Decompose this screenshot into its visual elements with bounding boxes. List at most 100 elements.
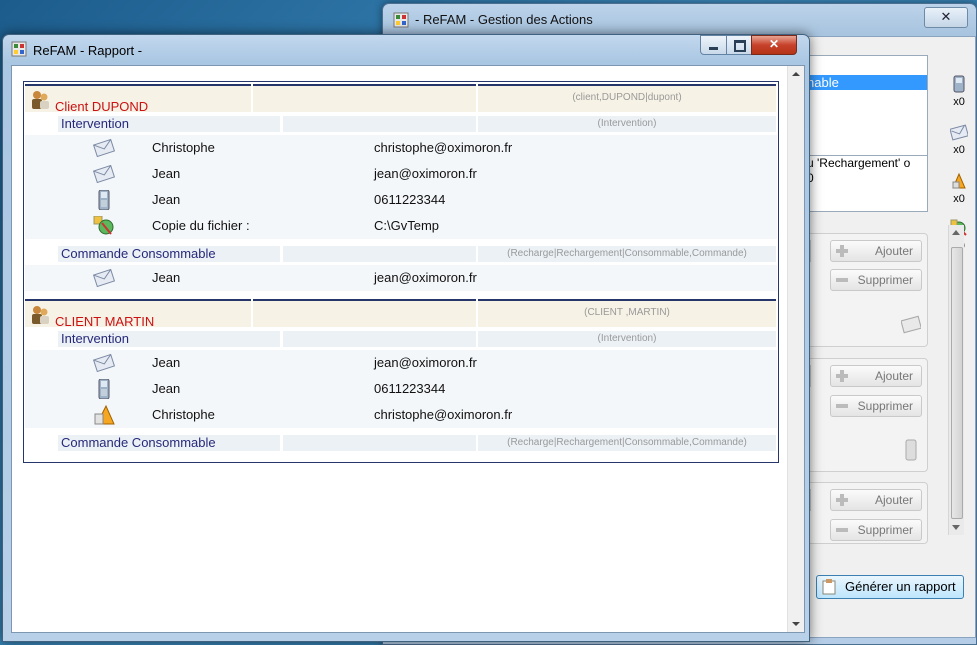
report-window-title: ReFAM - Rapport - [33, 43, 143, 58]
action-value: jean@oximoron.fr [374, 166, 477, 181]
counter-mobile[interactable]: x0 [944, 75, 974, 108]
section-header-row: Intervention (Intervention) [24, 116, 778, 134]
scroll-up-arrow[interactable] [952, 230, 960, 235]
action-description-box[interactable]: u 'Rechargement' o 0 [802, 155, 928, 212]
minus-icon [836, 528, 848, 532]
minus-icon [836, 278, 848, 282]
mobile-phone-icon [98, 379, 110, 399]
mail-icon [93, 268, 115, 288]
section-label: Commande Consommable [61, 246, 216, 261]
section-key: (Intervention) [597, 333, 657, 344]
mobile-phone-icon [98, 190, 110, 210]
list-item-selected[interactable]: nable [803, 75, 927, 90]
add-button[interactable]: Ajouter [830, 489, 922, 511]
action-recipient: Jean [152, 270, 181, 285]
refam-app-icon [393, 12, 409, 28]
remove-button[interactable]: Supprimer [830, 269, 922, 291]
action-recipient: Copie du fichier : [152, 218, 250, 233]
report-table: Client DUPOND (client,DUPOND|dupont) Int… [23, 81, 779, 463]
client-key: (CLIENT ,MARTIN) [584, 307, 670, 318]
refam-app-icon [11, 41, 27, 57]
section-label: Commande Consommable [61, 435, 216, 450]
remove-button[interactable]: Supprimer [830, 395, 922, 417]
section-header-row: Commande Consommable (Recharge|Rechargem… [24, 435, 778, 453]
section-header-row: Commande Consommable (Recharge|Rechargem… [24, 246, 778, 264]
groups-scrollbar[interactable] [948, 225, 964, 535]
mail-icon [93, 138, 115, 158]
generate-report-button[interactable]: Générer un rapport [816, 575, 964, 599]
section-key: (Recharge|Rechargement|Consommable,Comma… [507, 248, 747, 259]
people-icon [32, 91, 49, 109]
close-button[interactable] [751, 35, 797, 55]
action-value: 0611223344 [374, 381, 446, 396]
sms-icon [94, 405, 115, 425]
plus-icon [836, 370, 848, 382]
description-line: u 'Rechargement' o [807, 156, 911, 170]
mail-icon [901, 315, 921, 334]
mail-icon [93, 353, 115, 373]
action-row: Christophe christophe@oximoron.fr [24, 135, 778, 161]
minimize-button[interactable] [700, 35, 728, 55]
action-group: Ajouter Supprimer [791, 233, 928, 347]
action-row: Copie du fichier : C:\GvTemp [24, 213, 778, 239]
file-copy-icon [93, 216, 114, 235]
sms-icon [952, 172, 966, 189]
mobile-phone-icon [953, 75, 965, 93]
action-value: jean@oximoron.fr [374, 270, 477, 285]
action-row: Jean jean@oximoron.fr [24, 161, 778, 187]
add-button[interactable]: Ajouter [830, 240, 922, 262]
client-header-row: Client DUPOND (client,DUPOND|dupont) [24, 82, 778, 114]
action-group: Ajouter Supprimer [791, 482, 928, 544]
counter-value: x0 [953, 193, 965, 205]
action-group: Ajouter Supprimer [791, 358, 928, 472]
section-key: (Recharge|Rechargement|Consommable,Comma… [507, 437, 747, 448]
action-value: christophe@oximoron.fr [374, 407, 513, 422]
counter-value: x0 [953, 144, 965, 156]
section-header-row: Intervention (Intervention) [24, 331, 778, 349]
action-value: 0611223344 [374, 192, 446, 207]
client-name: Client DUPOND [55, 99, 149, 114]
action-row: Jean 0611223344 [24, 187, 778, 213]
scroll-thumb[interactable] [951, 247, 963, 519]
maximize-button[interactable] [726, 35, 753, 55]
report-icon [822, 579, 836, 595]
counter-mail[interactable]: x0 [944, 123, 974, 156]
scroll-down-arrow[interactable] [792, 622, 800, 626]
action-recipient: Jean [152, 192, 181, 207]
section-key: (Intervention) [597, 118, 657, 129]
mail-icon [93, 164, 115, 184]
action-recipient: Christophe [152, 407, 215, 422]
action-recipient: Jean [152, 381, 181, 396]
scroll-down-arrow[interactable] [952, 525, 960, 530]
description-line: 0 [807, 171, 814, 185]
action-row: Christophe christophe@oximoron.fr [24, 402, 778, 428]
action-row: Jean jean@oximoron.fr [24, 265, 778, 291]
actions-window-title: - ReFAM - Gestion des Actions [415, 12, 593, 27]
action-value: christophe@oximoron.fr [374, 140, 513, 155]
plus-icon [836, 494, 848, 506]
counter-sms[interactable]: x0 [944, 172, 974, 205]
client-name: CLIENT MARTIN [55, 314, 155, 329]
close-button[interactable]: ✕ [924, 7, 968, 28]
report-view[interactable]: Client DUPOND (client,DUPOND|dupont) Int… [11, 65, 805, 633]
report-scrollbar[interactable] [787, 66, 804, 632]
action-row: Jean jean@oximoron.fr [24, 350, 778, 376]
add-button[interactable]: Ajouter [830, 365, 922, 387]
client-key: (client,DUPOND|dupont) [572, 92, 682, 103]
action-recipient: Jean [152, 355, 181, 370]
counter-value: x0 [953, 96, 965, 108]
action-value: jean@oximoron.fr [374, 355, 477, 370]
report-window[interactable]: ReFAM - Rapport - Client DUPOND (clie [2, 34, 810, 642]
action-value: C:\GvTemp [374, 218, 440, 233]
minus-icon [836, 404, 848, 408]
action-recipient: Jean [152, 166, 181, 181]
client-header-row: CLIENT MARTIN (CLIENT ,MARTIN) [24, 297, 778, 329]
scroll-up-arrow[interactable] [792, 72, 800, 76]
section-label: Intervention [61, 116, 129, 131]
action-recipient: Christophe [152, 140, 215, 155]
action-row: Jean 0611223344 [24, 376, 778, 402]
mail-icon [949, 124, 969, 141]
actions-list[interactable]: nable [802, 55, 928, 157]
plus-icon [836, 245, 848, 257]
remove-button[interactable]: Supprimer [830, 519, 922, 541]
